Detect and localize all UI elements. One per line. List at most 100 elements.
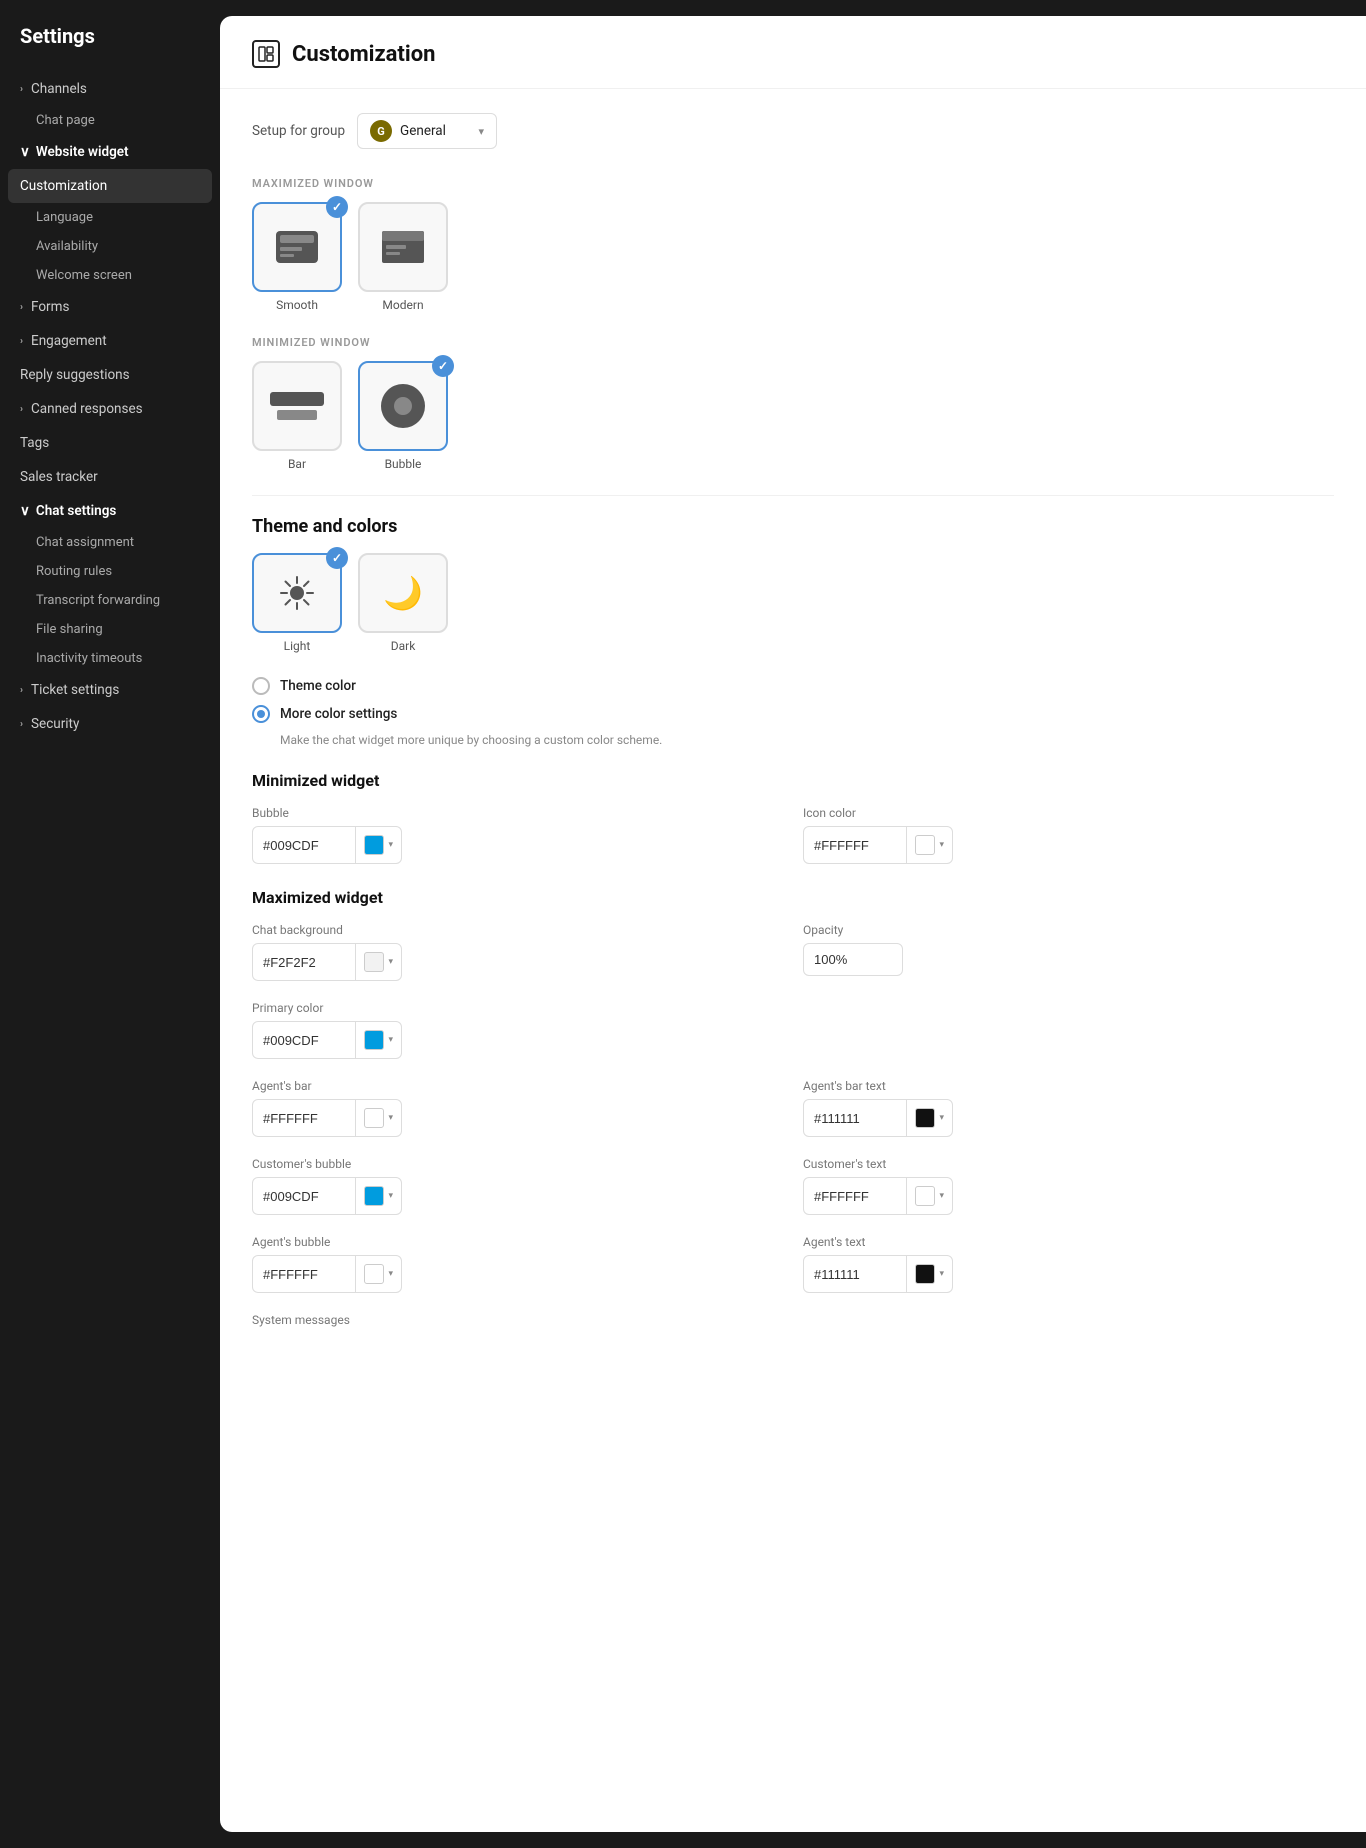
icon-color-swatch (915, 835, 935, 855)
agents-text-input[interactable] (804, 1259, 906, 1290)
customers-bubble-swatch-btn[interactable]: ▾ (355, 1178, 401, 1214)
agents-bar-text-input[interactable] (804, 1103, 906, 1134)
bar-box[interactable] (252, 361, 342, 451)
bubble-color-input[interactable] (253, 830, 355, 861)
agents-bubble-swatch-btn[interactable]: ▾ (355, 1256, 401, 1292)
customers-text-input-wrapper: ▾ (803, 1177, 953, 1215)
sidebar-item-inactivity-timeouts[interactable]: Inactivity timeouts (0, 644, 220, 673)
bubble-box[interactable]: ✓ (358, 361, 448, 451)
customers-bubble-input[interactable] (253, 1181, 355, 1212)
group-select-dropdown[interactable]: G General ▾ (357, 113, 497, 149)
sidebar-item-language[interactable]: Language (0, 203, 220, 232)
agents-bar-text-swatch (915, 1108, 935, 1128)
chevron-right-icon: › (20, 404, 23, 415)
chat-bg-input[interactable] (253, 947, 355, 978)
sidebar-item-chat-assignment[interactable]: Chat assignment (0, 528, 220, 557)
customers-text-input[interactable] (804, 1181, 906, 1212)
agents-bar-input[interactable] (253, 1103, 355, 1134)
bubble-label: Bubble (358, 457, 448, 471)
chevron-down-icon: ∨ (20, 503, 30, 519)
theme-options: ✓ Light (252, 553, 1334, 653)
dark-box[interactable]: 🌙 (358, 553, 448, 633)
light-box[interactable]: ✓ (252, 553, 342, 633)
agents-bar-label: Agent's bar (252, 1079, 783, 1093)
agents-bar-swatch-btn[interactable]: ▾ (355, 1100, 401, 1136)
primary-color-swatch-btn[interactable]: ▾ (355, 1022, 401, 1058)
primary-color-swatch (364, 1030, 384, 1050)
agents-bar-text-swatch-btn[interactable]: ▾ (906, 1100, 952, 1136)
sidebar-item-availability[interactable]: Availability (0, 232, 220, 261)
sidebar-item-forms[interactable]: › Forms (0, 290, 220, 324)
theme-color-radio[interactable] (252, 677, 270, 695)
bubble-color-label: Bubble (252, 806, 783, 820)
sidebar-item-engagement[interactable]: › Engagement (0, 324, 220, 358)
customers-text-label: Customer's text (803, 1157, 1334, 1171)
opacity-field: Opacity (803, 923, 1334, 981)
sidebar-item-security[interactable]: › Security (0, 707, 220, 741)
style-option-light[interactable]: ✓ Light (252, 553, 342, 653)
sidebar: Settings › Channels Chat page ∨ Website … (0, 0, 220, 1848)
theme-color-label: Theme color (280, 678, 356, 694)
agents-bar-field: Agent's bar ▾ (252, 1079, 783, 1137)
minimized-widget-title: Minimized widget (252, 771, 1334, 790)
primary-color-input[interactable] (253, 1025, 355, 1056)
bubble-color-swatch-btn[interactable]: ▾ (355, 827, 401, 863)
chat-bg-swatch-btn[interactable]: ▾ (355, 944, 401, 980)
theme-color-radio-row[interactable]: Theme color (252, 677, 1334, 695)
agents-bubble-swatch (364, 1264, 384, 1284)
style-option-bar[interactable]: Bar (252, 361, 342, 471)
sidebar-item-tags[interactable]: Tags (0, 426, 220, 460)
sidebar-item-chat-settings[interactable]: ∨ Chat settings (0, 494, 220, 528)
sidebar-item-channels[interactable]: › Channels (0, 72, 220, 106)
opacity-label: Opacity (803, 923, 1334, 937)
sidebar-item-welcome-screen[interactable]: Welcome screen (0, 261, 220, 290)
sidebar-item-canned-responses[interactable]: › Canned responses (0, 392, 220, 426)
sidebar-item-chat-page[interactable]: Chat page (0, 106, 220, 135)
opacity-input[interactable] (803, 943, 903, 976)
swatch-chevron-icon: ▾ (939, 1113, 944, 1123)
chat-bg-swatch (364, 952, 384, 972)
swatch-chevron-icon: ▾ (939, 1191, 944, 1201)
agents-bar-swatch (364, 1108, 384, 1128)
minimized-widget-section: Minimized widget Bubble ▾ Icon color (252, 771, 1334, 864)
sidebar-item-ticket-settings[interactable]: › Ticket settings (0, 673, 220, 707)
content-area: Setup for group G General ▾ MAXIMIZED WI… (220, 89, 1366, 1357)
more-color-radio[interactable] (252, 705, 270, 723)
swatch-chevron-icon: ▾ (388, 1035, 393, 1045)
style-option-bubble[interactable]: ✓ Bubble (358, 361, 448, 471)
agents-bubble-field: Agent's bubble ▾ (252, 1235, 783, 1293)
sidebar-item-reply-suggestions[interactable]: Reply suggestions (0, 358, 220, 392)
dropdown-chevron-icon: ▾ (479, 125, 485, 138)
chat-bg-field: Chat background ▾ (252, 923, 783, 981)
sun-icon (279, 575, 315, 611)
sidebar-item-sales-tracker[interactable]: Sales tracker (0, 460, 220, 494)
style-option-smooth[interactable]: ✓ Smooth (252, 202, 342, 312)
agents-text-label: Agent's text (803, 1235, 1334, 1249)
sidebar-title: Settings (0, 24, 220, 72)
agents-bubble-input-wrapper: ▾ (252, 1255, 402, 1293)
modern-box[interactable] (358, 202, 448, 292)
customers-text-swatch-btn[interactable]: ▾ (906, 1178, 952, 1214)
more-color-radio-row[interactable]: More color settings (252, 705, 1334, 723)
icon-color-input[interactable] (804, 830, 906, 861)
agents-bubble-label: Agent's bubble (252, 1235, 783, 1249)
style-option-dark[interactable]: 🌙 Dark (358, 553, 448, 653)
sidebar-item-customization[interactable]: Customization (8, 169, 212, 203)
sidebar-item-website-widget[interactable]: ∨ Website widget (0, 135, 220, 169)
layout-icon (252, 40, 280, 68)
main-panel: Customization Setup for group G General … (220, 16, 1366, 1832)
sidebar-item-routing-rules[interactable]: Routing rules (0, 557, 220, 586)
sidebar-item-transcript-forwarding[interactable]: Transcript forwarding (0, 586, 220, 615)
agents-text-swatch-btn[interactable]: ▾ (906, 1256, 952, 1292)
maximized-window-label: MAXIMIZED WINDOW (252, 177, 1334, 190)
icon-color-input-wrapper: ▾ (803, 826, 953, 864)
smooth-box[interactable]: ✓ (252, 202, 342, 292)
chat-bg-label: Chat background (252, 923, 783, 937)
moon-icon: 🌙 (383, 574, 423, 612)
icon-color-swatch-btn[interactable]: ▾ (906, 827, 952, 863)
agents-bubble-input[interactable] (253, 1259, 355, 1290)
sidebar-item-file-sharing[interactable]: File sharing (0, 615, 220, 644)
page-title: Customization (292, 42, 435, 67)
style-option-modern[interactable]: Modern (358, 202, 448, 312)
maximized-widget-section: Maximized widget Chat background ▾ Opaci… (252, 888, 1334, 1327)
